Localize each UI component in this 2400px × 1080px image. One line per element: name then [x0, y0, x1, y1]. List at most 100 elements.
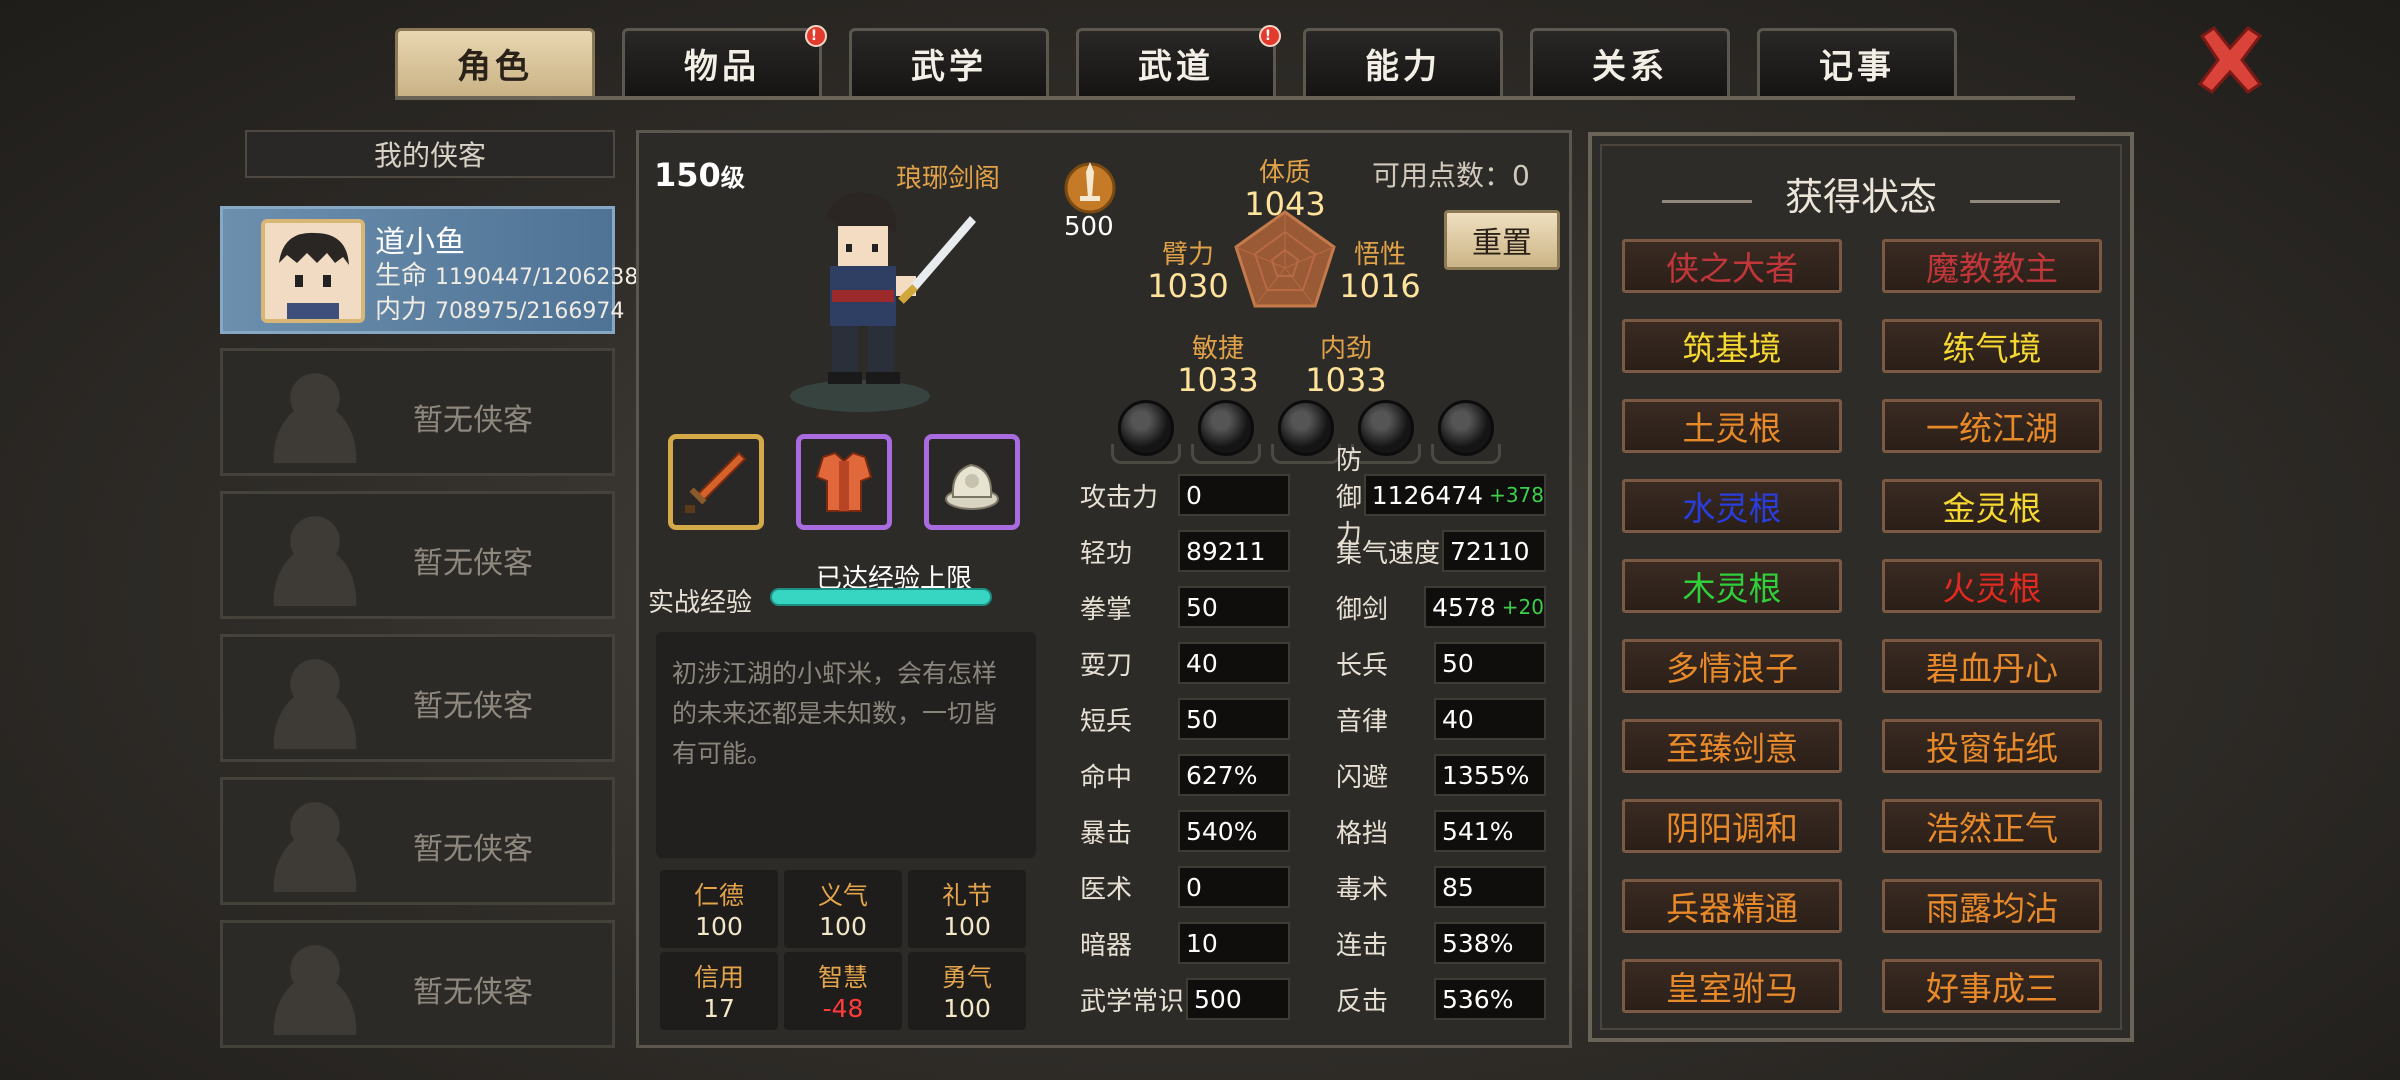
stat-value: 1126474	[1371, 480, 1484, 510]
status-badge[interactable]: 木灵根	[1622, 559, 1842, 613]
status-badge[interactable]: 一统江湖	[1882, 399, 2102, 453]
stat-row: 连击 538%	[1328, 922, 1546, 964]
tab-3[interactable]: 武道!	[1076, 25, 1281, 96]
empty-slot[interactable]: 暂无侠客	[220, 634, 615, 762]
status-badge[interactable]: 筑基境	[1622, 319, 1842, 373]
empty-slot-label: 暂无侠客	[413, 403, 533, 438]
hero-slot-active[interactable]: 道小鱼 生命 1190447/1206238 内力 708975/2166974	[220, 206, 638, 334]
virtue-name: 义气	[817, 881, 868, 910]
exp-label: 实战经验	[648, 588, 753, 618]
status-badge[interactable]: 兵器精通	[1622, 879, 1842, 933]
empty-slot[interactable]: 暂无侠客	[220, 777, 615, 905]
title-rule	[1970, 200, 2060, 203]
stat-row: 音律 40	[1328, 698, 1546, 740]
empty-slot[interactable]: 暂无侠客	[220, 920, 615, 1048]
stat-label: 反击	[1336, 986, 1389, 1017]
tab-6[interactable]: 记事	[1757, 28, 1957, 96]
status-badge[interactable]: 投窗钻纸	[1882, 719, 2102, 773]
status-badge[interactable]: 侠之大者	[1622, 239, 1842, 293]
stat-value-box: 500	[1186, 978, 1290, 1020]
tab-1[interactable]: 物品!	[622, 25, 827, 96]
status-badge[interactable]: 水灵根	[1622, 479, 1842, 533]
attr-neijin: 内劲 1033	[1296, 328, 1396, 399]
equip-accessory[interactable]	[924, 434, 1020, 530]
stat-value-box: 540%	[1178, 810, 1290, 852]
silhouette-icon	[243, 792, 363, 892]
status-badge[interactable]: 阴阳调和	[1622, 799, 1842, 853]
tab-2[interactable]: 武学	[849, 28, 1049, 96]
stat-value-box: 89211	[1178, 530, 1290, 572]
status-badge[interactable]: 至臻剑意	[1622, 719, 1842, 773]
stat-value: 40	[1442, 704, 1474, 734]
orb-slot[interactable]	[1111, 400, 1181, 464]
stat-row: 暗器 10	[1072, 922, 1290, 964]
empty-slot[interactable]: 暂无侠客	[220, 348, 615, 476]
tab-0[interactable]: 角色	[395, 28, 595, 96]
tab-label: 能力	[1365, 47, 1441, 87]
stat-row: 暴击 540%	[1072, 810, 1290, 852]
status-badge[interactable]: 金灵根	[1882, 479, 2102, 533]
equip-weapon[interactable]	[668, 434, 764, 530]
tab-4[interactable]: 能力	[1303, 28, 1503, 96]
stat-label: 暴击	[1080, 818, 1133, 849]
attr-name: 体质	[1258, 158, 1311, 188]
stat-label: 集气速度	[1336, 538, 1441, 569]
equip-armor[interactable]	[796, 434, 892, 530]
stat-value: 500	[1194, 984, 1242, 1014]
stat-value-box: 72110	[1442, 530, 1546, 572]
status-badge[interactable]: 练气境	[1882, 319, 2102, 373]
stat-value: 538%	[1442, 928, 1514, 958]
virtue-cell: 信用 17	[660, 952, 778, 1030]
status-badge[interactable]: 碧血丹心	[1882, 639, 2102, 693]
stat-value: 1355%	[1442, 760, 1530, 790]
character-level: 150级	[654, 156, 745, 194]
stat-row: 拳掌 50	[1072, 586, 1290, 628]
virtue-cell: 礼节 100	[908, 870, 1026, 948]
orb-slot[interactable]	[1351, 400, 1421, 464]
sword-icon	[685, 451, 747, 513]
status-badge[interactable]: 火灵根	[1882, 559, 2102, 613]
virtue-name: 智慧	[817, 963, 868, 992]
orb-base	[1431, 444, 1501, 464]
empty-slot[interactable]: 暂无侠客	[220, 491, 615, 619]
stat-row: 攻击力 0	[1072, 474, 1290, 516]
virtue-cell: 智慧 -48	[784, 952, 902, 1030]
jade-seal-icon	[945, 463, 999, 510]
status-badge[interactable]: 皇室驸马	[1622, 959, 1842, 1013]
reset-button[interactable]: 重置	[1444, 210, 1560, 270]
empty-slot-label: 暂无侠客	[413, 546, 533, 581]
character-sprite	[780, 186, 980, 420]
status-badge[interactable]: 浩然正气	[1882, 799, 2102, 853]
stat-value: 85	[1442, 872, 1474, 902]
stat-label: 医术	[1080, 874, 1133, 905]
virtue-cell: 义气 100	[784, 870, 902, 948]
stat-row: 长兵 50	[1328, 642, 1546, 684]
status-badge[interactable]: 好事成三	[1882, 959, 2102, 1013]
hero-mp: 内力 708975/2166974	[375, 289, 624, 326]
stat-value-box: 0	[1178, 474, 1290, 516]
orb-slot[interactable]	[1431, 400, 1501, 464]
stat-value-box: 541%	[1434, 810, 1546, 852]
stat-bonus: +20	[1501, 595, 1544, 619]
list-title: 我的侠客	[373, 139, 486, 172]
orb-slot[interactable]	[1191, 400, 1261, 464]
stat-label: 命中	[1080, 762, 1133, 793]
attr-value: 1043	[1244, 185, 1326, 223]
stat-value: 627%	[1186, 760, 1258, 790]
status-badge[interactable]: 魔教教主	[1882, 239, 2102, 293]
status-badge[interactable]: 多情浪子	[1622, 639, 1842, 693]
tab-5[interactable]: 关系	[1530, 28, 1730, 96]
tab-divider	[395, 96, 2075, 100]
virtue-name: 勇气	[941, 963, 992, 992]
close-button[interactable]	[2190, 20, 2270, 100]
status-badge[interactable]: 雨露均沾	[1882, 879, 2102, 933]
stat-value: 50	[1186, 592, 1218, 622]
title-rule	[1662, 200, 1752, 203]
stat-value: 50	[1186, 704, 1218, 734]
exp-bar	[770, 588, 992, 606]
stat-value: 50	[1442, 648, 1474, 678]
status-badge[interactable]: 土灵根	[1622, 399, 1842, 453]
stat-row: 医术 0	[1072, 866, 1290, 908]
attribute-radar	[1230, 206, 1340, 320]
medal-value: 500	[1064, 212, 1114, 242]
